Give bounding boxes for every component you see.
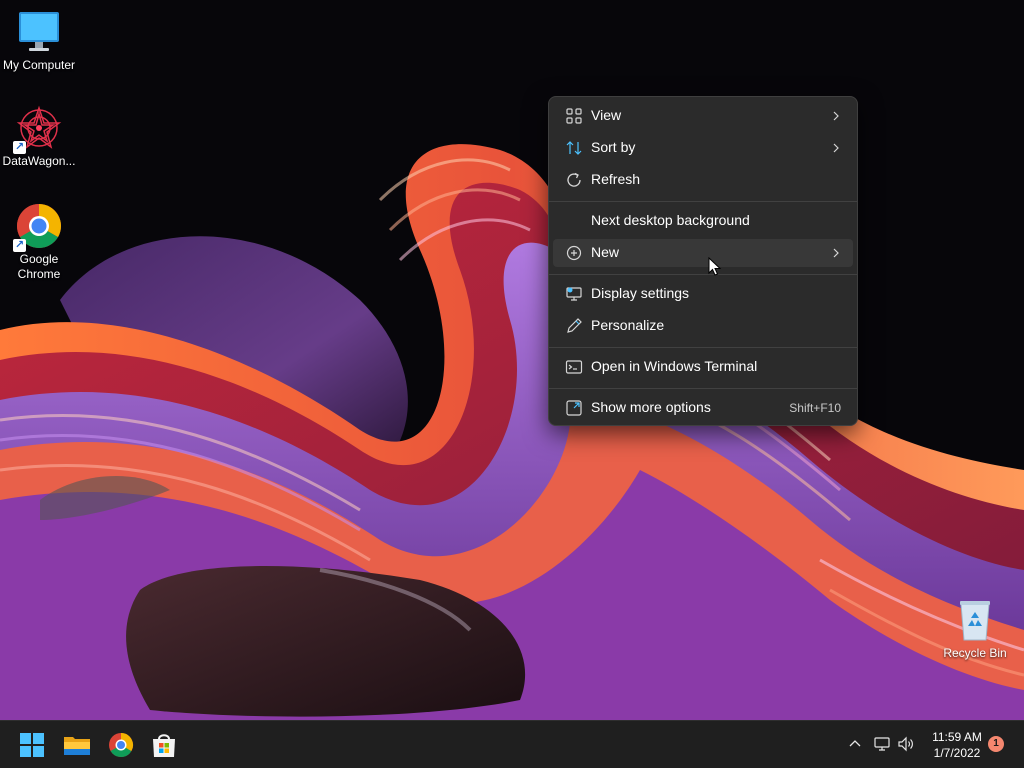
clock-time: 11:59 AM bbox=[932, 730, 982, 744]
menu-item-refresh[interactable]: Refresh bbox=[553, 166, 853, 194]
menu-item-label: Sort by bbox=[591, 139, 636, 155]
mouse-cursor-icon bbox=[708, 257, 722, 276]
desktop-icon-google-chrome[interactable]: ↗ Google Chrome bbox=[0, 202, 78, 282]
menu-item-label: Open in Windows Terminal bbox=[591, 358, 758, 374]
chevron-right-icon bbox=[833, 111, 839, 121]
menu-item-label: Next desktop background bbox=[591, 212, 750, 228]
store-icon[interactable] bbox=[148, 729, 180, 761]
windows-start-icon[interactable] bbox=[16, 729, 48, 761]
shortcut-arrow-icon: ↗ bbox=[13, 141, 26, 154]
desktop-icon-label: DataWagon... bbox=[2, 154, 76, 168]
monitor-icon bbox=[15, 8, 63, 56]
menu-item-sort-by[interactable]: Sort by bbox=[553, 134, 853, 162]
desktop-icon-my-computer[interactable]: My Computer bbox=[0, 8, 78, 73]
grid-icon bbox=[566, 108, 582, 124]
file-explorer-icon[interactable] bbox=[61, 729, 93, 761]
clock-date: 1/7/2022 bbox=[933, 746, 981, 760]
plus-circle-icon bbox=[566, 245, 582, 261]
menu-item-label: Show more options bbox=[591, 399, 711, 415]
menu-item-label: Refresh bbox=[591, 171, 641, 187]
shortcut-arrow-icon: ↗ bbox=[13, 239, 26, 252]
taskbar-clock[interactable]: 11:59 AM 1/7/2022 bbox=[926, 729, 988, 761]
chrome-icon: ↗ bbox=[13, 202, 63, 252]
pen-icon bbox=[567, 318, 582, 333]
menu-item-show-more-options[interactable]: Show more options Shift+F10 bbox=[553, 394, 853, 422]
desktop-icon-label: Recycle Bin bbox=[943, 646, 1007, 660]
menu-item-view[interactable]: View bbox=[553, 102, 853, 130]
desktop-icon-datawagon[interactable]: ↗ DataWagon... bbox=[0, 104, 78, 169]
notification-badge[interactable]: 1 bbox=[988, 736, 1004, 752]
menu-item-display-settings[interactable]: Display settings bbox=[553, 280, 853, 308]
terminal-icon bbox=[565, 360, 583, 374]
desktop-context-menu: View Sort by Refresh Next desktop backgr… bbox=[548, 96, 858, 426]
volume-icon[interactable] bbox=[897, 735, 915, 753]
sort-icon bbox=[566, 141, 582, 155]
desktop-icon-label: My Computer bbox=[2, 58, 76, 72]
keyboard-shortcut: Shift+F10 bbox=[789, 401, 841, 415]
network-icon[interactable] bbox=[873, 735, 891, 753]
display-icon bbox=[566, 287, 582, 301]
refresh-icon bbox=[567, 172, 581, 187]
menu-separator bbox=[549, 201, 857, 202]
expand-icon bbox=[566, 400, 582, 416]
taskbar: 11:59 AM 1/7/2022 bbox=[0, 720, 1024, 768]
menu-item-open-in-windows-terminal[interactable]: Open in Windows Terminal bbox=[553, 353, 853, 381]
menu-item-personalize[interactable]: Personalize bbox=[553, 312, 853, 340]
desktop-icon-recycle-bin[interactable]: Recycle Bin bbox=[936, 596, 1014, 661]
chevron-right-icon bbox=[833, 248, 839, 258]
menu-separator bbox=[549, 274, 857, 275]
menu-separator bbox=[549, 388, 857, 389]
recycle-bin-icon bbox=[951, 596, 999, 644]
desktop[interactable]: My Computer ↗ DataWagon... ↗ Google Chro… bbox=[0, 0, 1024, 720]
menu-item-label: New bbox=[591, 244, 620, 260]
chrome-icon[interactable] bbox=[105, 729, 137, 761]
menu-item-label: View bbox=[591, 107, 622, 123]
menu-item-label: Display settings bbox=[591, 285, 690, 301]
wallpaper-image bbox=[0, 0, 1024, 720]
mandala-icon: ↗ bbox=[13, 104, 63, 154]
menu-separator bbox=[549, 347, 857, 348]
menu-item-new[interactable]: New bbox=[553, 239, 853, 267]
menu-item-next-desktop-background[interactable]: Next desktop background bbox=[553, 207, 853, 235]
chevron-right-icon bbox=[833, 143, 839, 153]
menu-item-label: Personalize bbox=[591, 317, 665, 333]
chevron-up-icon[interactable] bbox=[846, 735, 864, 753]
desktop-icon-label: Google Chrome bbox=[17, 252, 61, 281]
